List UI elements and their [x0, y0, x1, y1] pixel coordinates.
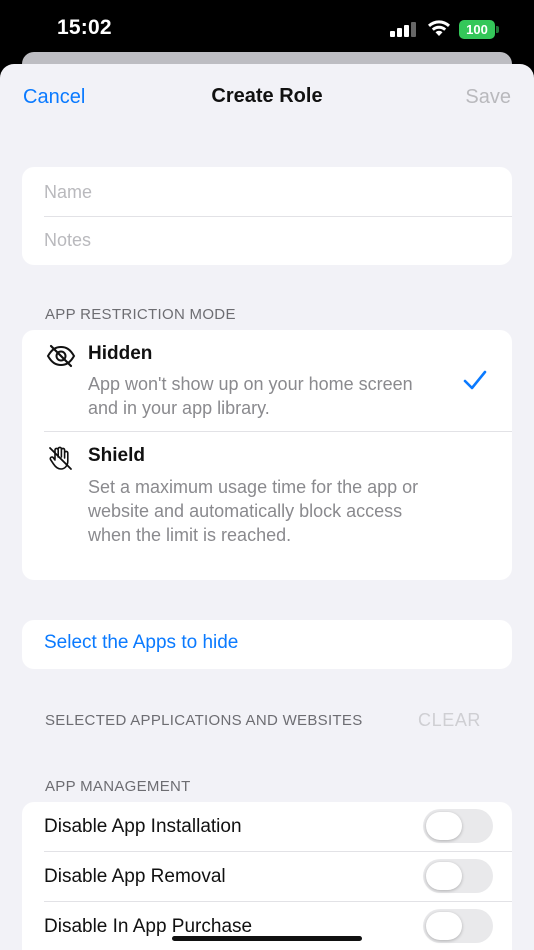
list-item: Disable In App Purchase: [22, 902, 512, 950]
eye-slash-icon: [46, 344, 76, 368]
create-role-sheet: Cancel Create Role Save Name Notes APP R…: [0, 64, 534, 950]
option-title: Shield: [88, 445, 146, 466]
page-title: Create Role: [211, 85, 323, 107]
toggle-label: Disable App Installation: [44, 816, 242, 837]
restriction-mode-header: APP RESTRICTION MODE: [45, 306, 236, 323]
toggle-label: Disable In App Purchase: [44, 916, 253, 937]
status-bar: 15:02 100: [0, 0, 534, 56]
option-title: Hidden: [88, 343, 153, 364]
notes-field[interactable]: Notes: [44, 216, 512, 264]
battery-level: 100: [459, 20, 495, 39]
app-management-header: APP MANAGEMENT: [45, 778, 191, 795]
role-details-card: Name Notes: [22, 167, 512, 265]
battery-icon: 100: [459, 20, 499, 39]
list-item: Disable App Installation: [22, 802, 512, 851]
name-field[interactable]: Name: [44, 168, 512, 216]
option-hidden[interactable]: Hidden App won't show up on your home sc…: [22, 330, 512, 431]
wifi-icon: [428, 20, 450, 36]
option-description: App won't show up on your home screen an…: [88, 374, 413, 418]
disable-in-app-purchase-toggle[interactable]: [423, 909, 493, 943]
option-shield[interactable]: Shield Set a maximum usage time for the …: [22, 432, 512, 580]
toggle-label: Disable App Removal: [44, 866, 226, 887]
disable-app-installation-toggle[interactable]: [423, 809, 493, 843]
clear-button[interactable]: CLEAR: [418, 710, 481, 731]
app-management-card: Disable App Installation Disable App Rem…: [22, 802, 512, 950]
checkmark-icon: [463, 370, 487, 390]
list-item: Disable App Removal: [22, 852, 512, 901]
select-apps-label: Select the Apps to hide: [44, 632, 239, 653]
option-description: Set a maximum usage time for the app or …: [88, 477, 419, 545]
selected-apps-header: SELECTED APPLICATIONS AND WEBSITES: [45, 712, 363, 729]
status-time: 15:02: [57, 16, 112, 39]
disable-app-removal-toggle[interactable]: [423, 859, 493, 893]
hand-raised-slash-icon: [49, 446, 72, 470]
home-indicator: [172, 936, 362, 941]
signal-icon: [390, 22, 416, 37]
save-button[interactable]: Save: [465, 86, 511, 109]
select-apps-button[interactable]: Select the Apps to hide: [22, 620, 512, 669]
restriction-mode-card: Hidden App won't show up on your home sc…: [22, 330, 512, 580]
